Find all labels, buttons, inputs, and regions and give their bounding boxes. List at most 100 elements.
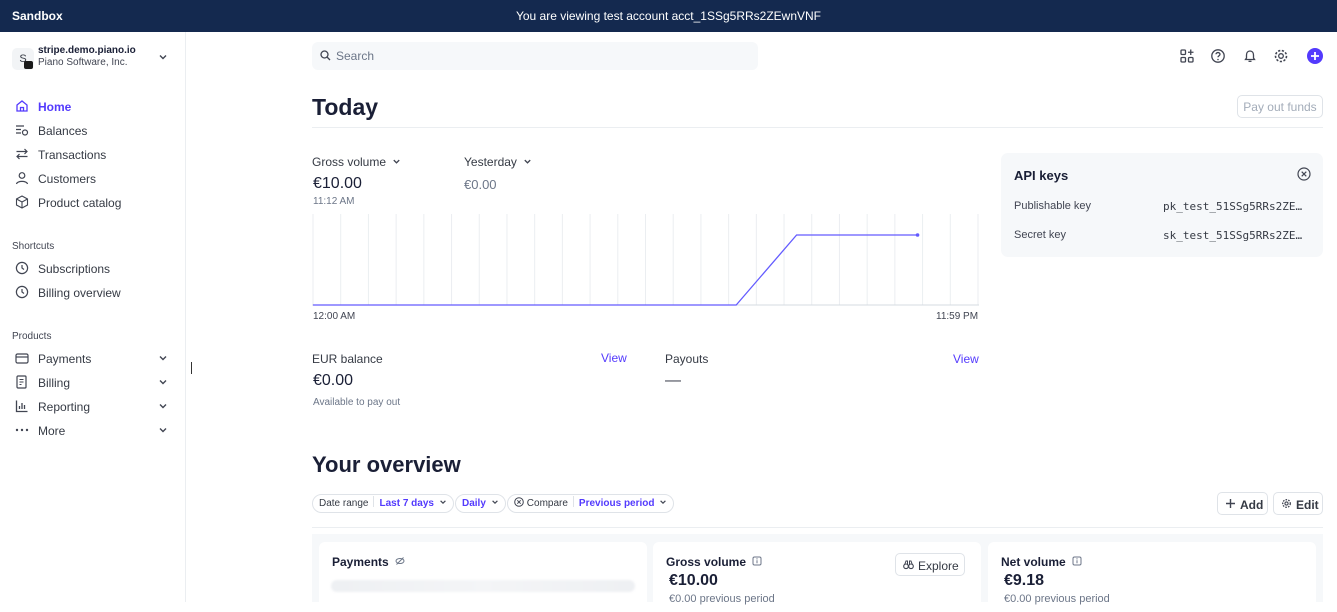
account-domain: stripe.demo.piano.io xyxy=(38,45,136,56)
gear-icon xyxy=(1282,499,1291,508)
search-input[interactable] xyxy=(336,48,736,64)
interval-filter[interactable]: Daily xyxy=(455,494,506,513)
explore-button[interactable]: Explore xyxy=(895,553,965,576)
api-keys-title: API keys xyxy=(1014,168,1069,183)
search-icon xyxy=(320,50,331,61)
chevron-down-icon xyxy=(524,159,531,164)
sidebar-item-reporting[interactable]: Reporting xyxy=(12,396,172,418)
sidebar-item-billing-overview[interactable]: Billing overview xyxy=(12,282,172,304)
gross-volume-card-title: Gross volume xyxy=(666,555,762,569)
clock-icon xyxy=(15,285,29,299)
gross-volume-selector[interactable]: Gross volume xyxy=(312,155,401,169)
chevron-down-icon xyxy=(159,428,167,433)
overview-cards: Payments Gross volume €10.00 €0.00 previ… xyxy=(312,534,1323,612)
chevron-down-icon xyxy=(393,159,401,164)
sidebar-item-billing[interactable]: Billing xyxy=(12,372,172,394)
products-heading: Products xyxy=(12,331,52,342)
clock-icon xyxy=(15,261,29,275)
billing-icon xyxy=(16,375,27,389)
customers-icon xyxy=(15,172,29,185)
chevron-down-icon xyxy=(159,404,167,409)
eur-balance-value: €0.00 xyxy=(313,372,354,389)
eur-balance-view-link[interactable]: View xyxy=(601,351,627,365)
sidebar: S stripe.demo.piano.io Piano Software, I… xyxy=(0,32,186,602)
chevron-down-icon xyxy=(491,500,498,505)
account-company: Piano Software, Inc. xyxy=(38,57,128,68)
info-icon xyxy=(1072,556,1082,566)
sidebar-item-subscriptions[interactable]: Subscriptions xyxy=(12,258,172,280)
chevron-down-icon xyxy=(439,500,446,505)
sidebar-item-more[interactable]: More xyxy=(12,420,172,442)
binoculars-icon xyxy=(903,560,914,570)
sidebar-item-product-catalog[interactable]: Product catalog xyxy=(12,192,172,214)
gross-volume-series-line xyxy=(313,234,918,306)
eur-balance-sub: Available to pay out xyxy=(313,397,401,408)
transactions-icon xyxy=(16,148,28,160)
edit-overview-button[interactable]: Edit xyxy=(1273,492,1323,515)
payments-icon xyxy=(15,353,29,364)
payments-card-title: Payments xyxy=(332,555,405,569)
sidebar-item-customers[interactable]: Customers xyxy=(12,168,172,190)
gross-volume-card-value: €10.00 xyxy=(669,572,718,589)
publishable-key-value[interactable]: pk_test_51SSg5RRs2ZE… xyxy=(1163,200,1309,213)
bell-icon[interactable] xyxy=(1241,47,1259,65)
sidebar-item-balances[interactable]: Balances xyxy=(12,120,172,142)
reporting-icon xyxy=(15,400,28,413)
eur-balance-label: EUR balance xyxy=(312,352,383,366)
plus-icon xyxy=(1226,499,1235,508)
pay-out-funds-button[interactable]: Pay out funds xyxy=(1237,95,1323,118)
product-catalog-icon xyxy=(15,195,29,209)
balances-icon xyxy=(16,125,29,136)
chevron-down-icon xyxy=(159,55,167,60)
divider xyxy=(312,527,1323,528)
your-overview-title: Your overview xyxy=(312,452,461,477)
account-switcher[interactable]: S stripe.demo.piano.io Piano Software, I… xyxy=(12,44,174,72)
chevron-down-icon xyxy=(159,380,167,385)
secret-key-label: Secret key xyxy=(1014,229,1066,241)
blurred-content xyxy=(331,580,635,592)
chevron-down-icon xyxy=(660,500,667,505)
sidebar-item-home[interactable]: Home xyxy=(12,96,172,118)
gross-volume-last-point xyxy=(915,233,920,237)
test-account-message: You are viewing test account acct_1SSg5R… xyxy=(515,9,822,23)
net-volume-card-title: Net volume xyxy=(1001,555,1082,569)
sidebar-item-payments[interactable]: Payments xyxy=(12,348,172,370)
payouts-view-link[interactable]: View xyxy=(953,352,979,366)
publishable-key-label: Publishable key xyxy=(1014,200,1092,212)
chevron-down-icon xyxy=(159,356,167,361)
secret-key-value[interactable]: sk_test_51SSg5RRs2ZE… xyxy=(1163,229,1309,242)
yesterday-selector[interactable]: Yesterday xyxy=(464,155,532,169)
close-icon[interactable] xyxy=(1297,167,1311,181)
apps-icon[interactable] xyxy=(1178,47,1196,65)
api-keys-panel: API keys Publishable key pk_test_51SSg5R… xyxy=(1001,153,1323,257)
info-icon xyxy=(752,556,762,566)
gross-volume-time: 11:12 AM xyxy=(313,196,355,207)
search-bar[interactable] xyxy=(312,42,758,70)
sandbox-banner: Sandbox You are viewing test account acc… xyxy=(0,0,1337,32)
net-volume-card-value: €9.18 xyxy=(1004,572,1045,589)
help-icon[interactable] xyxy=(1209,47,1227,65)
shortcuts-heading: Shortcuts xyxy=(12,241,55,252)
date-range-filter[interactable]: Date range Last 7 days xyxy=(312,494,454,513)
compare-filter[interactable]: Compare Previous period xyxy=(507,494,675,513)
sidebar-item-transactions[interactable]: Transactions xyxy=(12,144,172,166)
text-cursor xyxy=(191,362,192,374)
today-title: Today xyxy=(312,94,379,120)
yesterday-value: €0.00 xyxy=(464,177,497,192)
divider xyxy=(312,127,1323,128)
gross-volume-chart xyxy=(312,214,979,306)
create-plus-icon[interactable] xyxy=(1306,47,1324,65)
gear-icon[interactable] xyxy=(1272,47,1290,65)
gross-volume-value: €10.00 xyxy=(313,175,362,192)
net-volume-card-previous: €0.00 previous period xyxy=(1004,593,1110,605)
x-axis-end-label: 11:59 PM xyxy=(936,311,979,322)
hidden-eye-icon xyxy=(395,557,405,565)
x-axis-start-label: 12:00 AM xyxy=(313,311,356,322)
account-avatar: S xyxy=(12,48,34,70)
add-widget-button[interactable]: Add xyxy=(1217,492,1268,515)
sandbox-badge-icon xyxy=(24,61,33,69)
payouts-label: Payouts xyxy=(665,352,709,366)
payouts-value: — xyxy=(665,372,681,389)
remove-icon[interactable] xyxy=(514,497,524,507)
gross-volume-card-previous: €0.00 previous period xyxy=(669,593,775,605)
